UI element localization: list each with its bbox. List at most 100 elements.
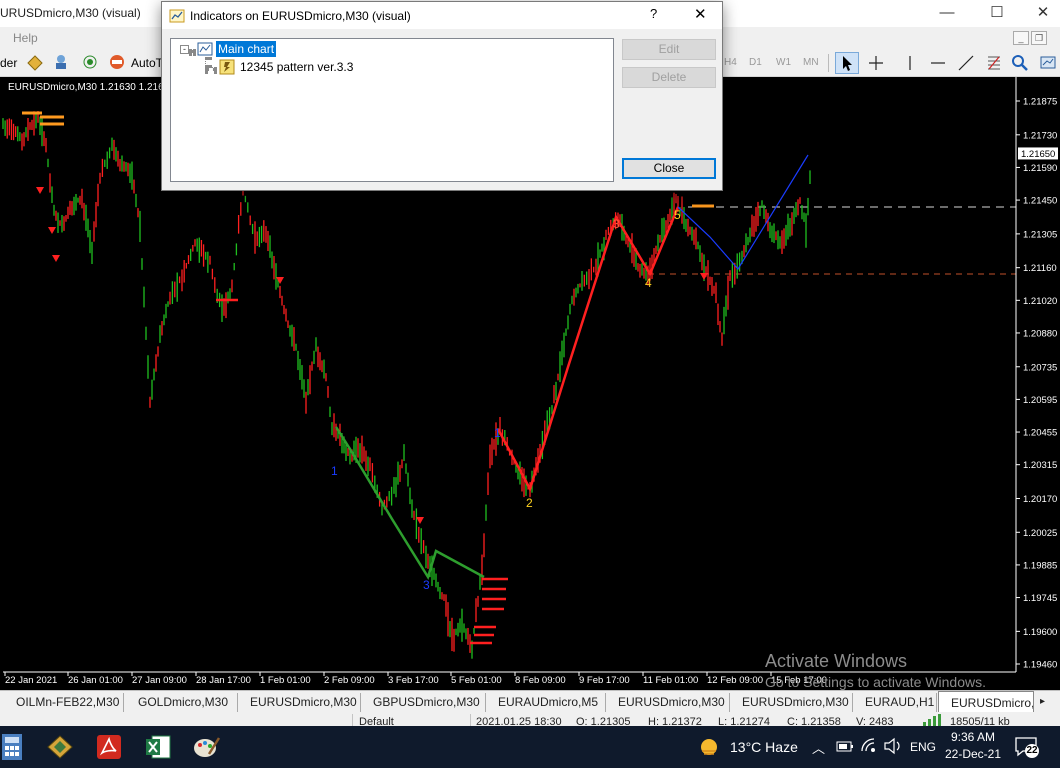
current-price-label: 1.21650 (1021, 149, 1055, 160)
time-tick-label: 28 Jan 17:00 (196, 675, 251, 686)
zoom-icon[interactable] (1010, 53, 1030, 73)
indicator-tree[interactable]: - Main chart 12345 pattern ver.3.3 (170, 38, 614, 182)
wave-number-label: 2 (526, 496, 533, 510)
time-tick-label: 5 Feb 01:00 (451, 675, 502, 686)
signal-icon[interactable] (81, 53, 99, 73)
chart-tab[interactable]: EURUSDmicro,M30 (730, 693, 853, 712)
window-close-button[interactable]: ✕ (1020, 0, 1060, 27)
autotrading-icon[interactable] (108, 53, 128, 73)
trendline-tool-icon[interactable] (956, 53, 976, 73)
price-tick-label: 1.20735 (1023, 362, 1057, 373)
chart-tab-bar: OILMn-FEB22,M30 GOLDmicro,M30 EURUSDmicr… (0, 690, 1060, 713)
time-tick-label: 1 Feb 01:00 (260, 675, 311, 686)
price-tick-label: 1.20880 (1023, 328, 1057, 339)
tab-scroll-right-icon[interactable]: ▸ (1036, 693, 1058, 712)
price-tick-label: 1.20595 (1023, 395, 1057, 406)
dialog-close-x-button[interactable]: ✕ (694, 5, 707, 23)
wave-number-label: 1 (331, 464, 338, 478)
tree-item-main-chart[interactable]: Main chart (216, 41, 277, 57)
tree-connector (205, 67, 217, 71)
vertical-line-tool-icon[interactable] (900, 53, 920, 73)
delete-button[interactable]: Delete (622, 67, 716, 88)
price-tick-label: 1.20025 (1023, 528, 1057, 539)
time-tick-label: 2 Feb 09:00 (324, 675, 375, 686)
tray-chevron-up-icon[interactable]: ︿ (812, 738, 825, 757)
tray-language[interactable]: ENG (910, 740, 936, 754)
price-tick-label: 1.21875 (1023, 97, 1057, 108)
dialog-titlebar: Indicators on EURUSDmicro,M30 (visual) ?… (162, 2, 722, 29)
acrobat-app-icon[interactable] (95, 733, 125, 761)
chart-symbol-label: EURUSDmicro,M30 1.21630 1.2167 (8, 82, 170, 93)
activate-windows-watermark: Activate Windows (765, 651, 908, 671)
horizontal-line-tool-icon[interactable] (928, 53, 948, 73)
cursor-tool-icon[interactable] (835, 52, 859, 74)
wave-number-label: 5 (674, 208, 681, 222)
weather-icon[interactable] (698, 736, 720, 761)
sell-arrow-mark (48, 227, 56, 234)
price-tick-label: 1.21450 (1023, 196, 1057, 207)
chart-tab[interactable]: EURUSDmicro,M30 (606, 693, 730, 712)
autotrading-button[interactable]: AutoT (131, 53, 163, 73)
sell-arrow-mark (416, 517, 424, 524)
time-tick-label: 11 Feb 01:00 (643, 675, 698, 686)
timeframe-w1[interactable]: W1 (776, 57, 791, 68)
clock-date[interactable]: 22-Dec-21 (944, 747, 1002, 761)
tree-collapse-icon[interactable]: - (180, 45, 189, 54)
indicators-window-icon (169, 8, 185, 27)
edit-button[interactable]: Edit (622, 39, 716, 60)
mdi-restore-icon[interactable]: ❐ (1031, 31, 1047, 45)
chart-tab[interactable]: EURAUD,H1 (853, 693, 937, 712)
time-tick-label: 27 Jan 09:00 (132, 675, 187, 686)
templates-icon[interactable] (1038, 53, 1058, 73)
time-tick-label: 12 Feb 09:00 (707, 675, 763, 686)
close-button[interactable]: Close (622, 158, 716, 179)
metatrader-window: URUSDmicro,M30 (visual) — ☐ ✕ Help _ ❐ d… (0, 0, 1060, 768)
price-tick-label: 1.21305 (1023, 229, 1057, 240)
chart-tab[interactable]: GBPUSDmicro,M30 (361, 693, 486, 712)
maximize-button[interactable]: ☐ (974, 0, 1020, 27)
menu-help[interactable]: Help (13, 31, 38, 45)
toolbar-trader-label[interactable]: der (0, 53, 17, 73)
wifi-icon[interactable] (860, 737, 878, 758)
indicators-dialog: Indicators on EURUSDmicro,M30 (visual) ?… (161, 1, 723, 191)
price-tick-label: 1.19600 (1023, 627, 1057, 638)
wave-number-label: 3 (423, 578, 430, 592)
price-tick-label: 1.19885 (1023, 560, 1057, 571)
dialog-help-button[interactable]: ? (650, 6, 657, 21)
chart-tab[interactable]: EURUSDmicro,M30 (238, 693, 361, 712)
windows-taskbar: 13°C Haze ︿ ENG 9:36 AM 22-Dec-21 22 (0, 726, 1060, 768)
calculator-app-icon[interactable] (0, 732, 30, 760)
volume-icon[interactable] (883, 737, 903, 758)
weather-text[interactable]: 13°C Haze (730, 739, 798, 755)
navigator-icon[interactable] (53, 53, 71, 73)
paint-app-icon[interactable] (192, 733, 222, 761)
custom-indicator-icon (219, 59, 235, 78)
crosshair-tool-icon[interactable] (866, 53, 886, 73)
clock-time[interactable]: 9:36 AM (950, 730, 996, 744)
timeframe-d1[interactable]: D1 (749, 57, 762, 68)
notification-count: 22 (1026, 745, 1038, 756)
wave-number-label: 3 (613, 217, 620, 231)
mdi-minimize-icon[interactable]: _ (1013, 31, 1029, 45)
toolbar-separator (828, 54, 829, 72)
chart-tab[interactable]: EURAUDmicro,M5 (486, 693, 606, 712)
timeframe-h4[interactable]: H4 (724, 57, 737, 68)
chart-tab-active[interactable]: EURUSDmicro,I (938, 691, 1034, 713)
price-tick-label: 1.21160 (1023, 263, 1057, 274)
tree-item-indicator[interactable]: 12345 pattern ver.3.3 (240, 60, 353, 74)
market-watch-icon[interactable] (26, 53, 44, 73)
time-tick-label: 9 Feb 17:00 (579, 675, 630, 686)
time-tick-label: 22 Jan 2021 (5, 675, 57, 686)
tree-connector (189, 49, 196, 53)
timeframe-mn[interactable]: MN (803, 57, 819, 68)
chart-tab[interactable]: GOLDmicro,M30 (126, 693, 238, 712)
fibonacci-tool-icon[interactable] (984, 53, 1004, 73)
wave-number-label: 4 (645, 276, 652, 290)
chart-tab[interactable]: OILMn-FEB22,M30 (4, 693, 124, 712)
excel-app-icon[interactable] (144, 733, 174, 761)
sell-arrow-mark (276, 277, 284, 284)
battery-icon[interactable] (836, 738, 854, 757)
minimize-button[interactable]: — (924, 0, 970, 27)
price-tick-label: 1.21730 (1023, 130, 1057, 141)
metatrader-app-icon[interactable] (45, 733, 75, 761)
